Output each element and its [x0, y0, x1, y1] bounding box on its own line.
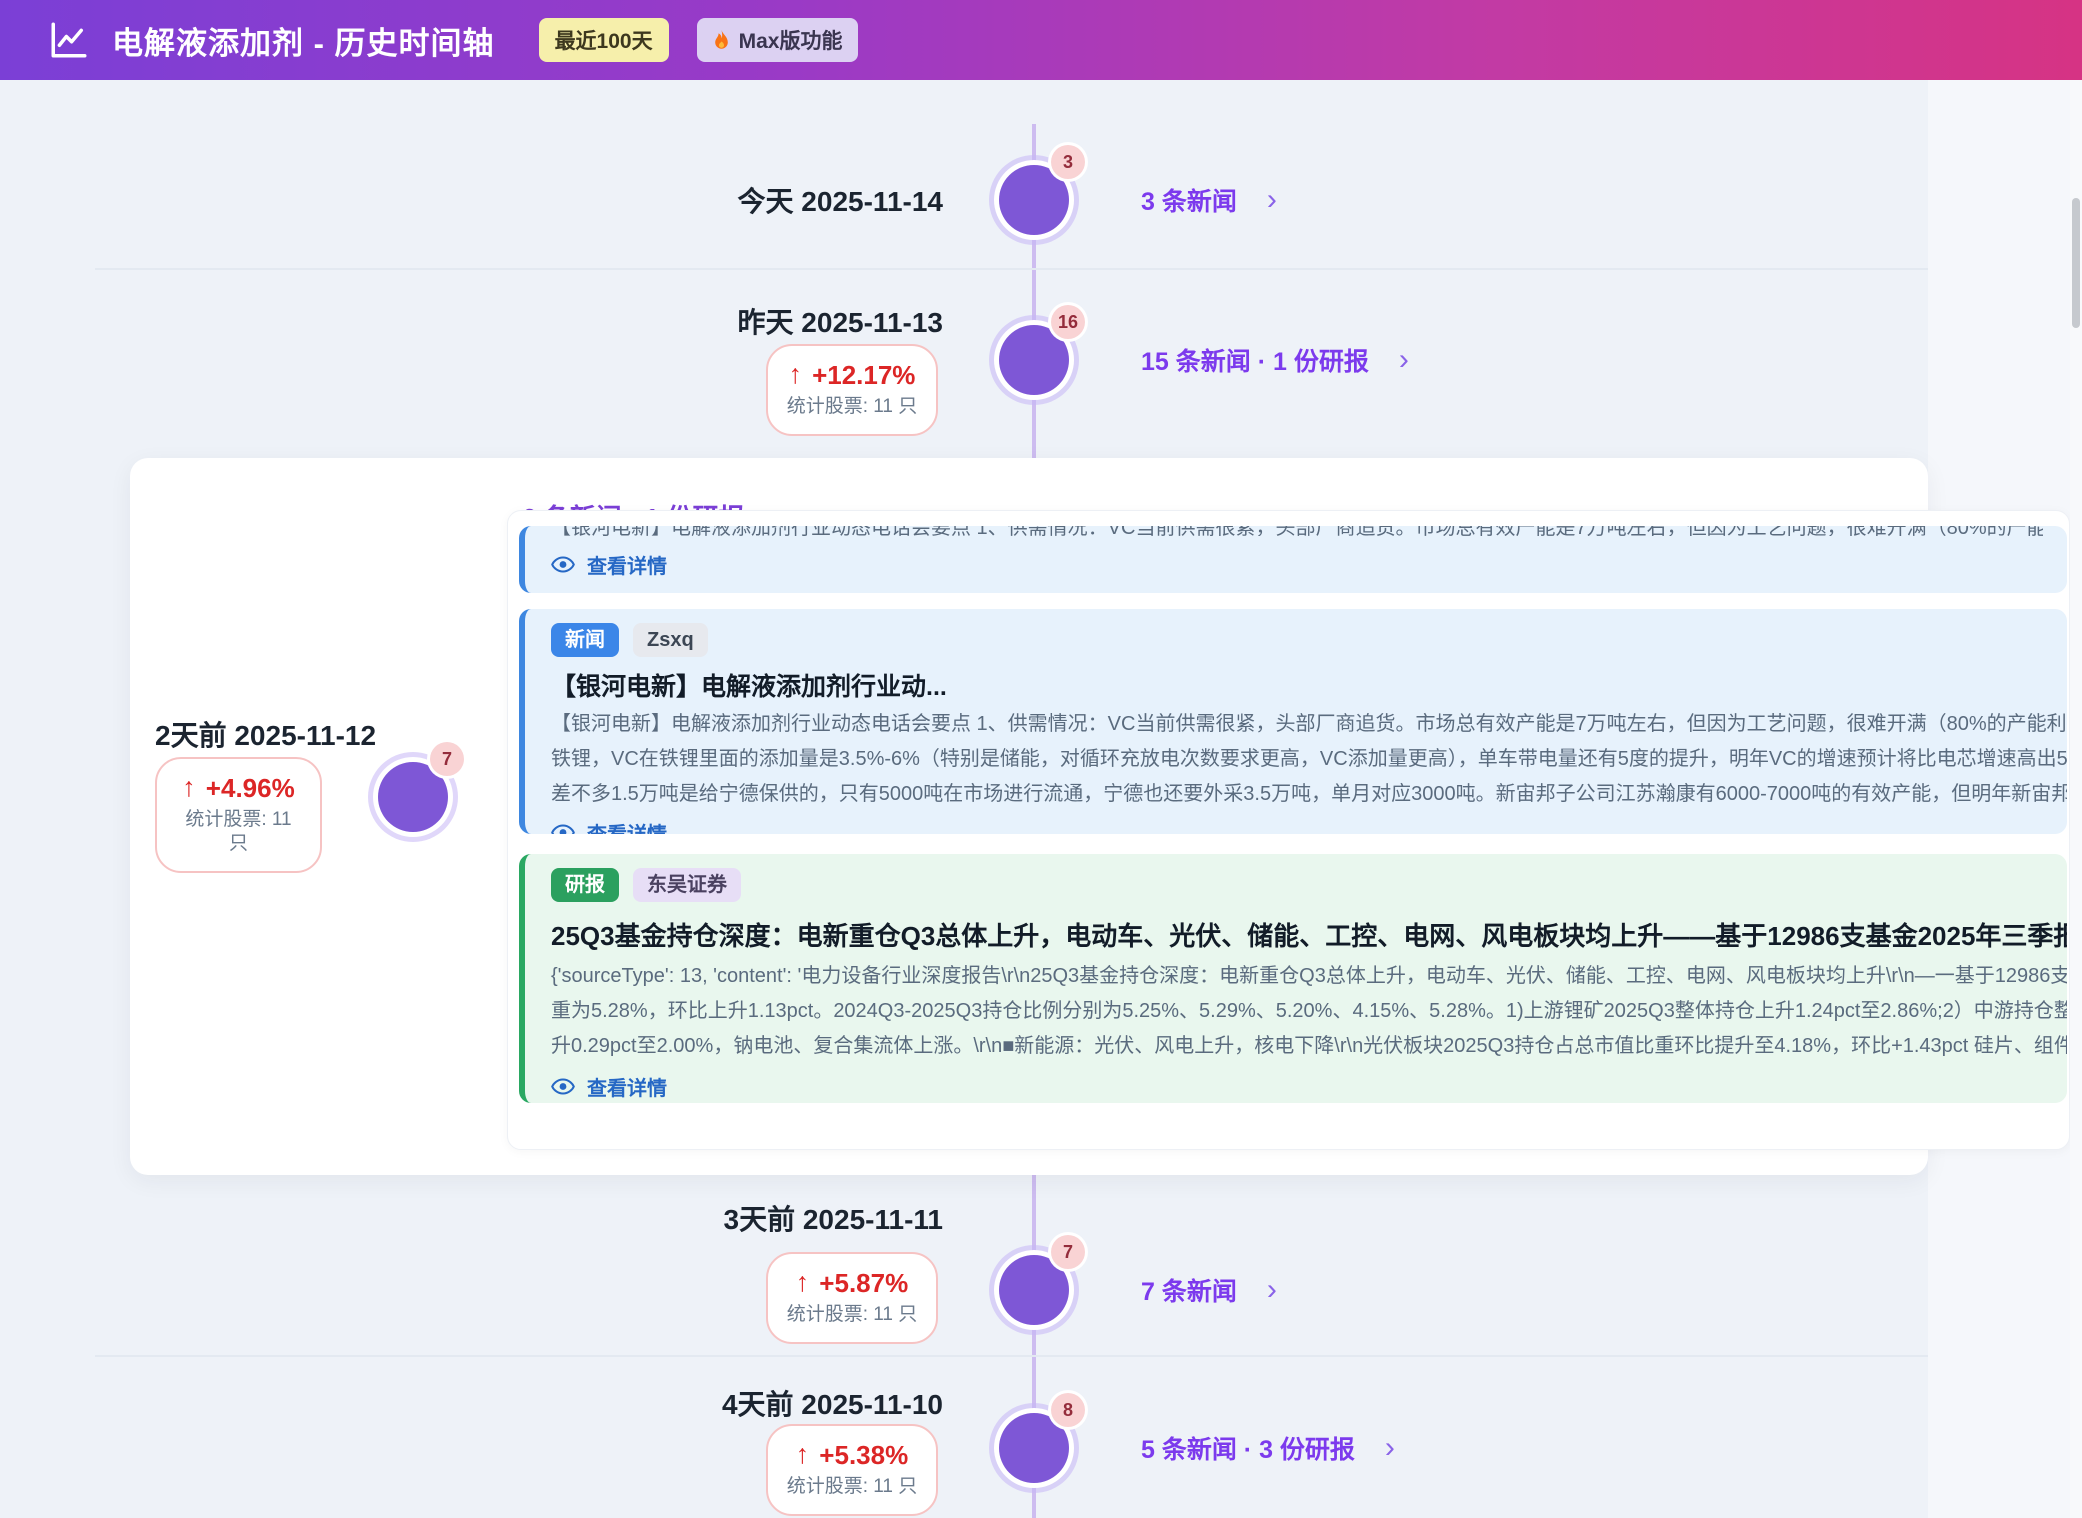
news-body-line: 【银河电新】电解液添加剂行业动态电话会要点 1、供需情况：VC当前供需很紧，头部…: [551, 707, 2043, 742]
view-detail-label: 查看详情: [587, 1072, 667, 1101]
count-badge: 3: [1051, 145, 1085, 179]
timeline-node-2days[interactable]: 7: [378, 762, 448, 832]
chevron-right-icon: ›: [1385, 1433, 1395, 1463]
news-card-clipped: 【银河电新】电解液添加剂行业动态电话会要点 1、供需情况：VC当前供需很紧，头部…: [519, 526, 2067, 593]
eye-icon: [551, 824, 575, 834]
max-feature-badge: Max版功能: [697, 18, 859, 62]
news-link-label: 15 条新闻 · 1 份研报: [1141, 342, 1369, 378]
report-body-line: 升0.29pct至2.00%，钠电池、复合集流体上涨。\r\n■新能源：光伏、风…: [551, 1029, 2043, 1064]
cards-container: 【银河电新】电解液添加剂行业动态电话会要点 1、供需情况：VC当前供需很紧，头部…: [507, 510, 2070, 1150]
stocks-count-label: 统计股票: 11 只: [157, 808, 320, 856]
change-percent: ↑ +5.38%: [796, 1441, 908, 1468]
news-link-label: 7 条新闻: [1141, 1272, 1237, 1308]
timeline-node-today[interactable]: 3: [999, 165, 1069, 235]
up-arrow-icon: ↑: [789, 361, 803, 388]
chevron-right-icon: ›: [1399, 345, 1409, 375]
max-badge-label: Max版功能: [739, 25, 843, 55]
view-detail-label: 查看详情: [587, 818, 667, 834]
timeline-node-4days[interactable]: 8: [999, 1413, 1069, 1483]
change-value: +5.87%: [819, 1270, 908, 1296]
page-title: 电解液添加剂 - 历史时间轴: [112, 18, 495, 63]
timeline-date-4days: 4天前 2025-11-10: [0, 1383, 943, 1423]
timeline-canvas: 今天 2025-11-14 3 3 条新闻 › 昨天 2025-11-13 ↑ …: [0, 80, 2082, 1518]
view-detail-label: 查看详情: [587, 550, 667, 579]
view-detail-link[interactable]: 查看详情: [551, 818, 2043, 834]
news-body-line: 铁锂，VC在铁锂里面的添加量是3.5%-6%（特别是储能，对循环充放电次数要求更…: [551, 742, 2043, 777]
chevron-right-icon: ›: [1267, 185, 1277, 215]
change-stat-card: ↑ +5.38% 统计股票: 11 只: [766, 1424, 938, 1516]
count-badge: 7: [1051, 1235, 1085, 1269]
row-divider: [95, 268, 1928, 270]
timeline-date-yesterday: 昨天 2025-11-13: [0, 301, 943, 341]
view-detail-link[interactable]: 查看详情: [551, 550, 2043, 579]
report-source-badge: 东吴证券: [633, 868, 741, 902]
timeline-node-yesterday[interactable]: 16: [999, 325, 1069, 395]
clipped-text: 【银河电新】电解液添加剂行业动态电话会要点 1、供需情况：VC当前供需很紧，头部…: [551, 526, 2043, 536]
change-stat-card: ↑ +12.17% 统计股票: 11 只: [766, 344, 938, 436]
timeline-date-2days: 2天前 2025-11-12: [155, 714, 353, 754]
change-percent: ↑ +5.87%: [796, 1269, 908, 1296]
timeline-node-3days[interactable]: 7: [999, 1255, 1069, 1325]
change-stat-card: ↑ +4.96% 统计股票: 11 只: [155, 757, 322, 873]
report-body-line: {'sourceType': 13, 'content': '电力设备行业深度报…: [551, 959, 2043, 994]
report-card: 研报 东吴证券 25Q3基金持仓深度：电新重仓Q3总体上升，电动车、光伏、储能、…: [519, 854, 2067, 1103]
eye-icon: [551, 556, 575, 573]
expanded-day-panel: 6 条新闻 · 1 份研报 2天前 2025-11-12 ↑ +4.96% 统计…: [130, 458, 1928, 1175]
news-body-line: 差不多1.5万吨是给宁德保供的，只有5000吨在市场进行流通，宁德也还要外采3.…: [551, 777, 2043, 812]
news-link-yesterday[interactable]: 15 条新闻 · 1 份研报 ›: [1141, 325, 1409, 395]
news-link-today[interactable]: 3 条新闻 ›: [1141, 165, 1277, 235]
news-link-3days[interactable]: 7 条新闻 ›: [1141, 1255, 1277, 1325]
eye-icon: [551, 1078, 575, 1095]
badge-row: 新闻 Zsxq: [551, 623, 2043, 657]
change-stat-card: ↑ +5.87% 统计股票: 11 只: [766, 1252, 938, 1344]
badge-row: 研报 东吴证券: [551, 868, 2043, 902]
change-value: +5.38%: [819, 1442, 908, 1468]
up-arrow-icon: ↑: [796, 1441, 810, 1468]
news-source-badge: Zsxq: [633, 623, 708, 657]
news-link-label: 5 条新闻 · 3 份研报: [1141, 1430, 1355, 1466]
scrollbar-thumb[interactable]: [2072, 198, 2080, 328]
news-card: 新闻 Zsxq 【银河电新】电解液添加剂行业动... 【银河电新】电解液添加剂行…: [519, 609, 2067, 834]
report-body-line: 重为5.28%，环比上升1.13pct。2024Q3-2025Q3持仓比例分别为…: [551, 994, 2043, 1029]
range-badge: 最近100天: [539, 18, 669, 62]
view-detail-link[interactable]: 查看详情: [551, 1072, 2043, 1101]
news-link-4days[interactable]: 5 条新闻 · 3 份研报 ›: [1141, 1413, 1395, 1483]
change-value: +4.96%: [206, 775, 295, 801]
flame-icon: [713, 30, 730, 51]
change-percent: ↑ +4.96%: [182, 774, 294, 801]
line-chart-icon: [46, 17, 92, 63]
up-arrow-icon: ↑: [182, 774, 196, 801]
chevron-right-icon: ›: [1267, 1275, 1277, 1305]
report-type-badge: 研报: [551, 868, 619, 902]
change-value: +12.17%: [812, 362, 915, 388]
change-percent: ↑ +12.17%: [789, 361, 916, 388]
count-badge: 16: [1051, 305, 1085, 339]
timeline-date-today: 今天 2025-11-14: [0, 180, 943, 220]
count-badge: 8: [1051, 1393, 1085, 1427]
stocks-count-label: 统计股票: 11 只: [787, 1303, 918, 1327]
stocks-count-label: 统计股票: 11 只: [787, 395, 918, 419]
up-arrow-icon: ↑: [796, 1269, 810, 1296]
news-link-label: 3 条新闻: [1141, 182, 1237, 218]
timeline-date-3days: 3天前 2025-11-11: [0, 1198, 943, 1238]
row-divider: [95, 1355, 1928, 1357]
news-type-badge: 新闻: [551, 623, 619, 657]
timeline-page: 电解液添加剂 - 历史时间轴 最近100天 Max版功能 今天 2025-11-…: [0, 0, 2082, 1518]
count-badge: 7: [430, 742, 464, 776]
news-title: 【银河电新】电解液添加剂行业动...: [551, 667, 2043, 703]
app-header: 电解液添加剂 - 历史时间轴 最近100天 Max版功能: [0, 0, 2082, 80]
report-title: 25Q3基金持仓深度：电新重仓Q3总体上升，电动车、光伏、储能、工控、电网、风电…: [551, 916, 2043, 953]
stocks-count-label: 统计股票: 11 只: [787, 1475, 918, 1499]
